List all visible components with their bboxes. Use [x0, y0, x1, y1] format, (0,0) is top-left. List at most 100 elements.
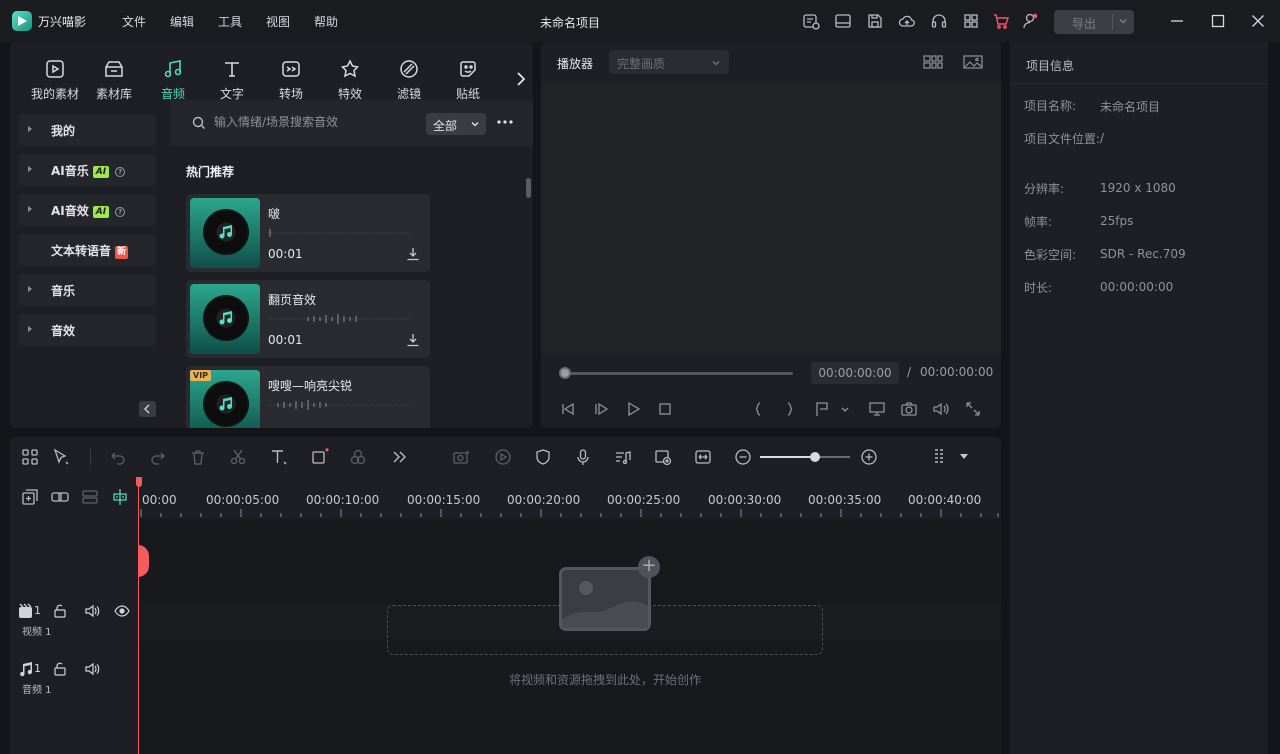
quality-dropdown[interactable]: 完整画质: [609, 50, 729, 74]
preview-render-icon[interactable]: [654, 448, 672, 466]
more-icon[interactable]: [496, 119, 514, 125]
fit-timeline-icon[interactable]: [694, 448, 712, 466]
color-blend-icon[interactable]: [349, 448, 367, 466]
add-track-icon[interactable]: [21, 488, 39, 506]
chevron-right-icon[interactable]: [514, 70, 528, 88]
menu-edit[interactable]: 编辑: [170, 13, 194, 30]
zoom-slider-knob[interactable]: [810, 452, 820, 462]
snapshot-icon[interactable]: [900, 400, 918, 418]
caret-down-icon[interactable]: [960, 454, 968, 460]
search-input[interactable]: [214, 115, 414, 129]
menu-tools[interactable]: 工具: [218, 13, 242, 30]
menu-file[interactable]: 文件: [122, 13, 146, 30]
image-icon[interactable]: [963, 54, 983, 70]
eye-icon[interactable]: [114, 603, 130, 619]
sound-card[interactable]: VIP 嗖嗖—响亮尖锐: [186, 366, 430, 428]
maximize-icon[interactable]: [1211, 14, 1229, 32]
layout-grid-icon[interactable]: [21, 448, 39, 466]
delete-icon[interactable]: [189, 448, 207, 466]
time-ruler[interactable]: 00:00 00:00:05:00 00:00:10:00 00:00:15:0…: [138, 477, 1001, 519]
scissors-icon[interactable]: [229, 448, 247, 466]
close-icon[interactable]: [1251, 14, 1269, 32]
text-tool-icon[interactable]: [270, 448, 288, 466]
category-sfx[interactable]: 音效: [18, 314, 156, 346]
speed-icon[interactable]: [494, 448, 512, 466]
mark-out-icon[interactable]: [781, 400, 799, 418]
redo-icon[interactable]: [149, 448, 167, 466]
save-icon[interactable]: [866, 12, 884, 30]
marker-icon[interactable]: [813, 400, 831, 418]
tab-stock-library[interactable]: 素材库: [85, 58, 143, 102]
lock-icon[interactable]: [52, 661, 68, 677]
zoom-in-icon[interactable]: [860, 448, 878, 466]
filter-dropdown[interactable]: 全部: [426, 113, 486, 135]
headset-support-icon[interactable]: [930, 12, 948, 30]
export-button[interactable]: 导出: [1054, 10, 1134, 34]
progress-knob[interactable]: [559, 367, 571, 379]
mark-in-icon[interactable]: [749, 400, 767, 418]
tab-sticker[interactable]: 贴纸: [439, 58, 497, 102]
track-manager-icon[interactable]: [81, 488, 99, 506]
speaker-icon[interactable]: [84, 661, 100, 677]
audio-sync-icon[interactable]: [614, 448, 632, 466]
speaker-icon[interactable]: [84, 603, 100, 619]
shopping-cart-icon[interactable]: [992, 12, 1010, 30]
playhead-handle[interactable]: [136, 477, 142, 487]
category-ai-music[interactable]: AI音乐 AI?: [18, 154, 156, 186]
chevron-down-icon[interactable]: [839, 400, 857, 418]
tab-audio[interactable]: 音频: [144, 58, 202, 102]
menu-help[interactable]: 帮助: [314, 13, 338, 30]
current-time[interactable]: 00:00:00:00: [811, 362, 899, 384]
select-pointer-icon[interactable]: [52, 448, 70, 466]
lock-icon[interactable]: [52, 603, 68, 619]
chevron-down-icon[interactable]: [1118, 16, 1128, 26]
add-media-icon[interactable]: +: [638, 556, 660, 578]
category-my[interactable]: 我的: [18, 114, 156, 146]
stop-icon[interactable]: [656, 400, 674, 418]
app-name: 万兴喵影: [38, 15, 87, 29]
zoom-out-icon[interactable]: [734, 448, 752, 466]
cloud-upload-icon[interactable]: [898, 12, 916, 30]
ai-camera-icon[interactable]: [453, 448, 471, 466]
menu-view[interactable]: 视图: [266, 13, 290, 30]
fullscreen-icon[interactable]: [964, 400, 982, 418]
help-icon[interactable]: ?: [115, 167, 126, 177]
download-icon[interactable]: [406, 333, 420, 347]
sound-card[interactable]: 啵 00:01: [186, 194, 430, 272]
playhead[interactable]: [138, 477, 139, 754]
tab-text[interactable]: 文字: [203, 58, 261, 102]
play-icon[interactable]: [624, 400, 642, 418]
prev-frame-icon[interactable]: [559, 400, 577, 418]
link-icon[interactable]: [51, 488, 69, 506]
next-frame-icon[interactable]: [592, 400, 610, 418]
grid-view-icon[interactable]: [923, 54, 943, 70]
undo-icon[interactable]: [109, 448, 127, 466]
tab-effects[interactable]: 特效: [321, 58, 379, 102]
shield-icon[interactable]: [534, 448, 552, 466]
more-tools-icon[interactable]: [390, 448, 408, 466]
category-ai-sfx[interactable]: AI音效 AI?: [18, 194, 156, 226]
sound-card[interactable]: 翻页音效 00:01: [186, 280, 430, 358]
project-settings-icon[interactable]: [802, 12, 820, 30]
scrollbar[interactable]: [526, 178, 531, 198]
volume-icon[interactable]: [932, 400, 950, 418]
track-height-icon[interactable]: [932, 448, 950, 466]
crop-shape-icon[interactable]: [311, 448, 329, 466]
magnet-snap-icon[interactable]: [111, 488, 129, 506]
layout-icon[interactable]: [834, 12, 852, 30]
download-icon[interactable]: [406, 247, 420, 261]
preview-screen[interactable]: [541, 82, 1001, 354]
tab-transition[interactable]: 转场: [262, 58, 320, 102]
help-icon[interactable]: ?: [115, 207, 126, 217]
tab-filter[interactable]: 滤镜: [380, 58, 438, 102]
progress-track[interactable]: [565, 372, 793, 375]
collapse-sidebar-button[interactable]: [139, 401, 156, 417]
minimize-icon[interactable]: [1170, 14, 1188, 32]
category-text-to-speech[interactable]: 文本转语音新: [18, 234, 156, 266]
account-avatar-icon[interactable]: [1022, 12, 1040, 30]
category-music[interactable]: 音乐: [18, 274, 156, 306]
tab-my-media[interactable]: 我的素材: [26, 58, 84, 102]
display-icon[interactable]: [868, 400, 886, 418]
microphone-icon[interactable]: [574, 448, 592, 466]
apps-grid-icon[interactable]: [962, 12, 980, 30]
